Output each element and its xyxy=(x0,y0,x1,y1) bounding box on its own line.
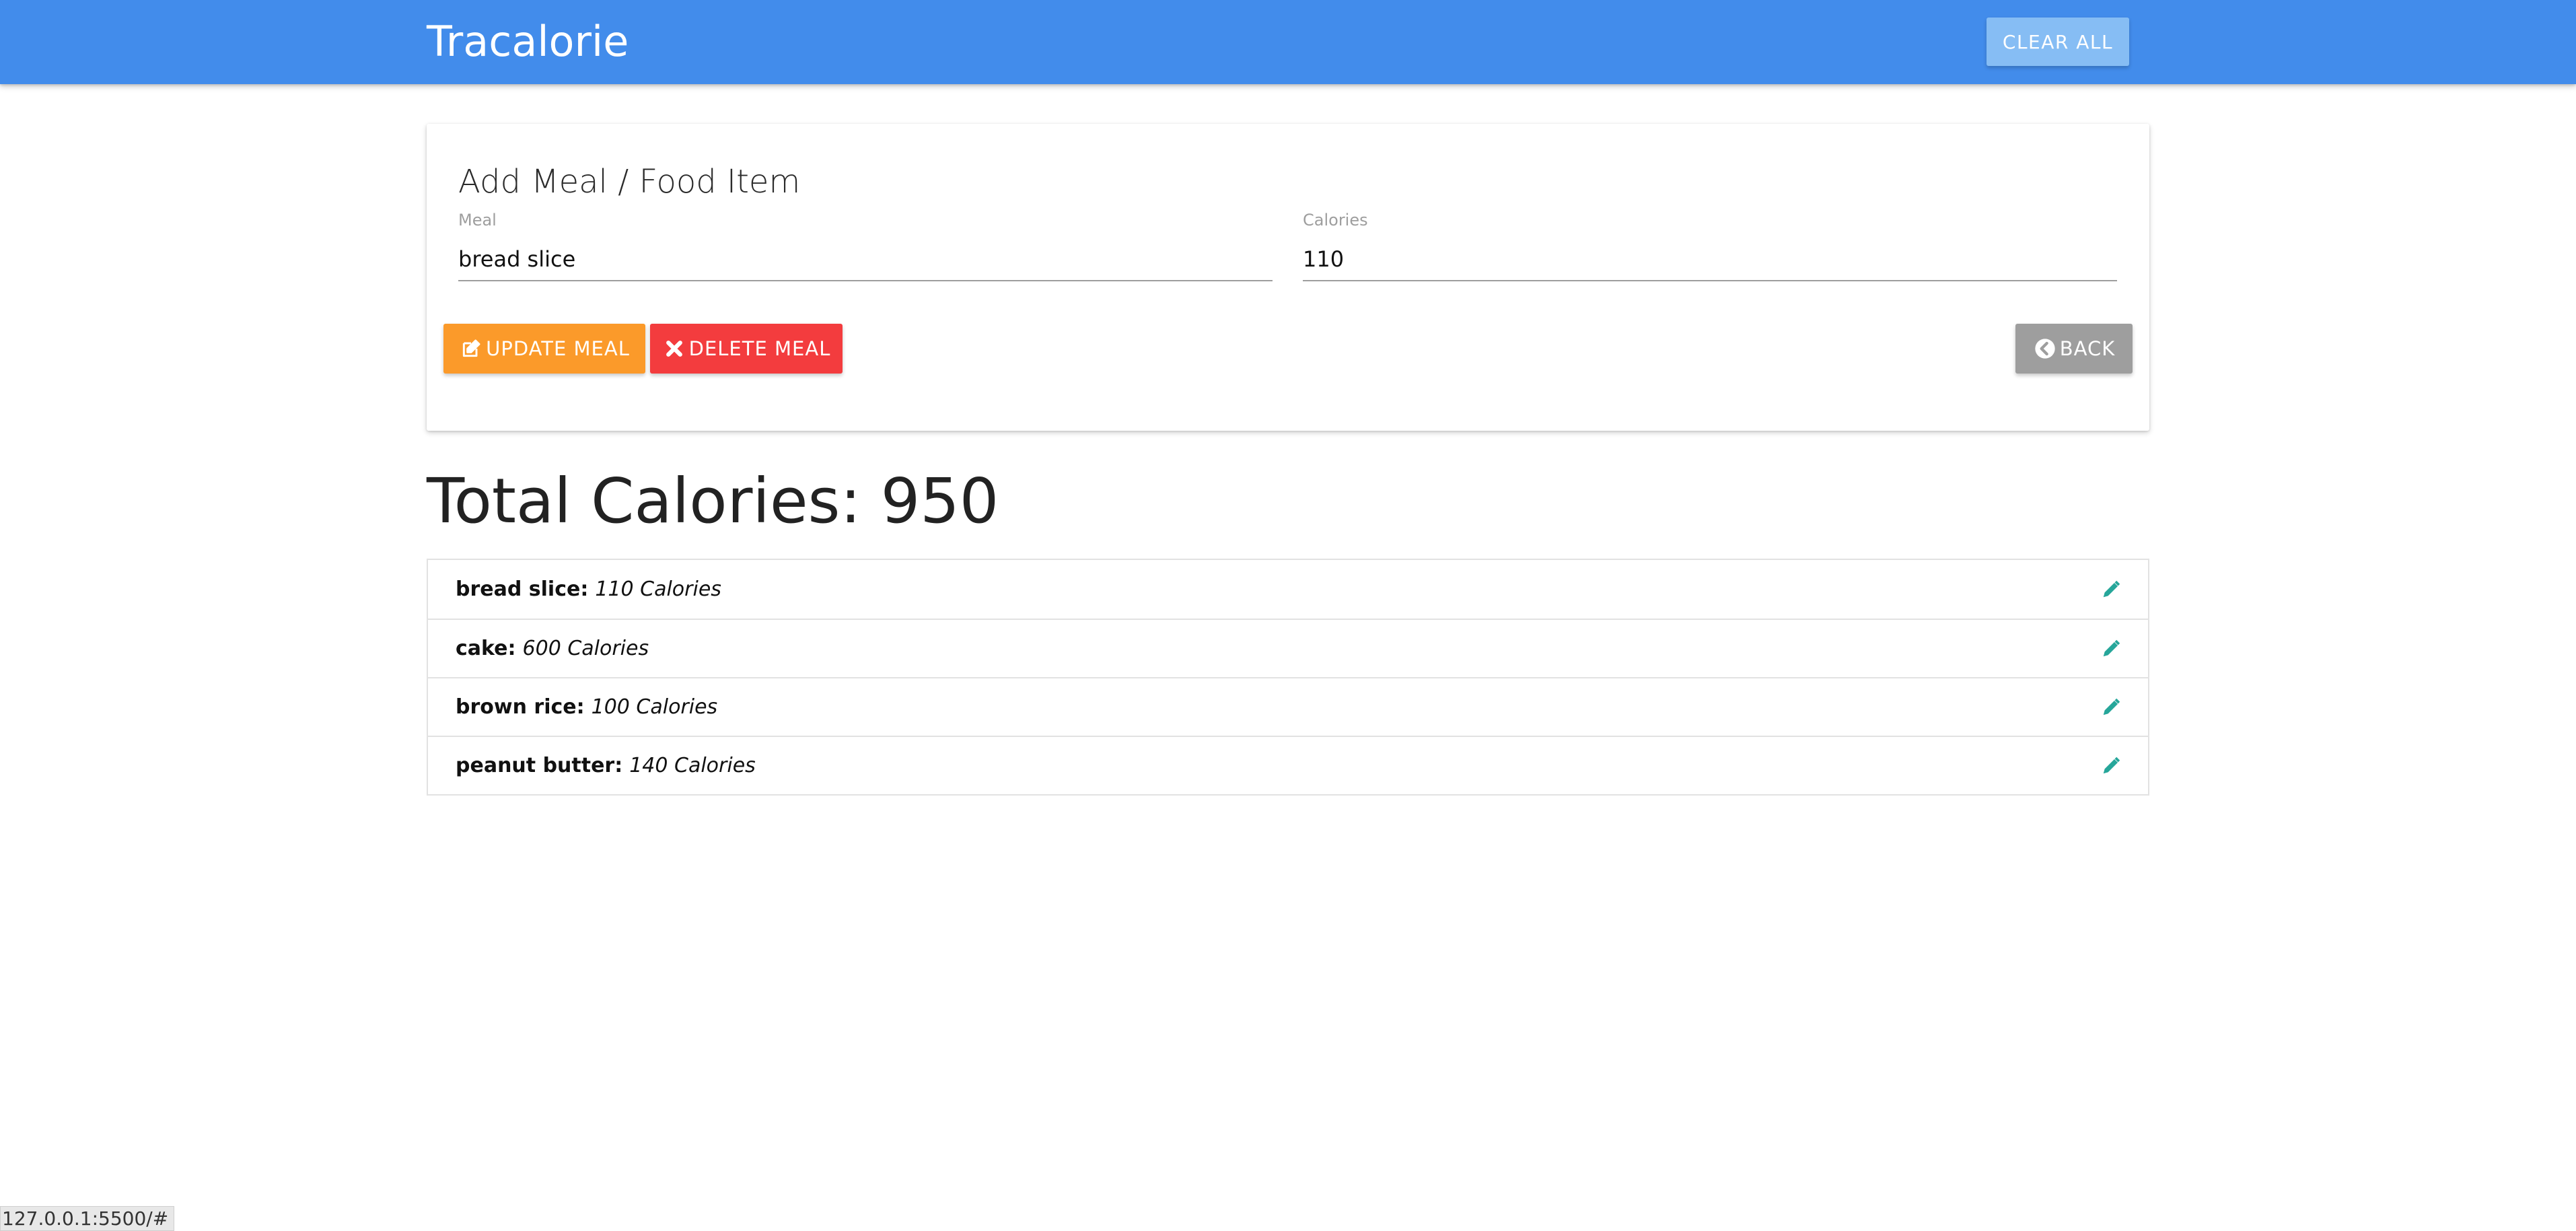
calories-label: Calories xyxy=(1303,211,1368,230)
pencil-icon[interactable] xyxy=(2101,579,2121,600)
total-calories-heading: Total Calories: 950 xyxy=(427,465,999,537)
brand-logo[interactable]: Tracalorie xyxy=(427,15,629,69)
meal-label: Meal xyxy=(458,211,497,230)
edit-icon xyxy=(459,337,483,361)
meal-list: bread slice: 110 Calories cake: 600 Calo… xyxy=(427,559,2149,796)
pencil-icon[interactable] xyxy=(2101,697,2121,717)
list-item: brown rice: 100 Calories xyxy=(428,677,2148,736)
list-item: bread slice: 110 Calories xyxy=(428,560,2148,619)
item-calories: 600 Calories xyxy=(522,637,649,660)
calories-input[interactable] xyxy=(1303,238,2117,281)
list-item: cake: 600 Calories xyxy=(428,619,2148,677)
clear-all-button[interactable]: CLEAR ALL xyxy=(1987,17,2129,66)
pencil-icon[interactable] xyxy=(2101,756,2121,776)
item-calories: 140 Calories xyxy=(629,754,756,777)
item-name: brown rice: xyxy=(456,695,585,719)
pencil-icon[interactable] xyxy=(2101,639,2121,659)
item-name: bread slice: xyxy=(456,577,589,601)
list-item: peanut butter: 140 Calories xyxy=(428,736,2148,794)
back-button[interactable]: BACK xyxy=(2015,324,2133,374)
update-meal-button[interactable]: UPDATE MEAL xyxy=(443,324,645,374)
back-label: BACK xyxy=(2059,337,2116,360)
item-name: cake: xyxy=(456,637,516,660)
delete-meal-button[interactable]: DELETE MEAL xyxy=(650,324,843,374)
form-title: Add Meal / Food Item xyxy=(458,163,801,201)
navbar: Tracalorie CLEAR ALL xyxy=(0,0,2576,84)
meal-field: Meal xyxy=(458,210,1273,281)
calories-field: Calories xyxy=(1303,210,2117,281)
meal-form-card: Add Meal / Food Item Meal Calories UPDAT… xyxy=(427,124,2149,431)
chevron-left-circle-icon xyxy=(2033,337,2057,361)
item-name: peanut butter: xyxy=(456,754,623,777)
update-meal-label: UPDATE MEAL xyxy=(486,337,630,360)
close-icon xyxy=(662,337,686,361)
meal-input[interactable] xyxy=(458,238,1273,281)
item-calories: 110 Calories xyxy=(595,577,721,601)
status-bar-url: 127.0.0.1:5500/# xyxy=(0,1206,175,1231)
item-calories: 100 Calories xyxy=(591,695,718,719)
delete-meal-label: DELETE MEAL xyxy=(688,337,831,360)
